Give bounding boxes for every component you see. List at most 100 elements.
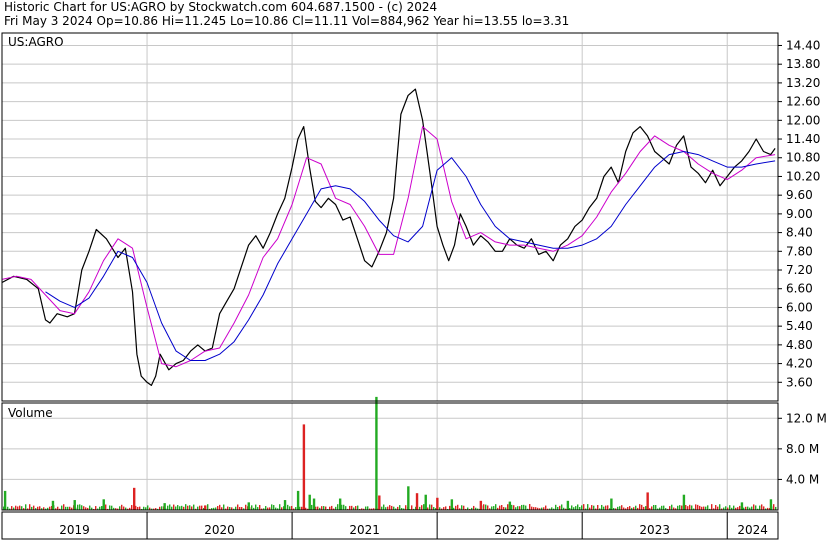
volume-bar-minor bbox=[245, 504, 247, 510]
volume-bar-5 bbox=[163, 503, 166, 510]
volume-bar-minor bbox=[761, 504, 763, 510]
volume-tick-label: 12.0 M bbox=[786, 411, 827, 425]
volume-bar-minor bbox=[19, 505, 21, 510]
volume-bar-minor bbox=[349, 505, 351, 510]
volume-bar-minor bbox=[289, 506, 291, 510]
volume-bar-minor bbox=[189, 505, 191, 510]
volume-bar-minor bbox=[39, 506, 41, 510]
volume-bar-minor bbox=[259, 504, 261, 510]
volume-bar-minor bbox=[645, 506, 647, 510]
price-tick-label: 9.60 bbox=[786, 188, 813, 202]
price-tick-label: 4.80 bbox=[786, 338, 813, 352]
volume-bar-minor bbox=[223, 504, 225, 510]
volume-bar-minor bbox=[519, 506, 521, 510]
volume-bar-minor bbox=[111, 505, 113, 510]
volume-bar-minor bbox=[181, 505, 183, 510]
volume-bar-minor bbox=[15, 505, 17, 510]
volume-bar-minor bbox=[705, 506, 707, 510]
price-tick-label: 9.00 bbox=[786, 207, 813, 221]
volume-bar-21 bbox=[479, 500, 483, 510]
volume-bar-minor bbox=[607, 505, 609, 510]
volume-bar-minor bbox=[495, 504, 497, 510]
price-tick-label: 10.20 bbox=[786, 169, 820, 183]
volume-bar-minor bbox=[63, 504, 65, 510]
price-tick-label: 12.60 bbox=[786, 95, 820, 109]
volume-bar-minor bbox=[399, 505, 401, 510]
volume-bar-24 bbox=[610, 498, 613, 510]
volume-bar-minor bbox=[523, 504, 525, 510]
volume-bar-minor bbox=[457, 504, 459, 510]
price-tick-label: 13.80 bbox=[786, 57, 820, 71]
volume-bar-minor bbox=[33, 505, 35, 510]
volume-bar-minor bbox=[695, 504, 697, 510]
volume-bar-minor bbox=[521, 504, 523, 510]
volume-bar-minor bbox=[139, 506, 141, 510]
volume-bar-minor bbox=[429, 504, 431, 510]
volume-bar-minor bbox=[703, 506, 705, 510]
volume-bar-7 bbox=[247, 502, 250, 510]
volume-bar-minor bbox=[751, 506, 753, 510]
volume-bar-minor bbox=[217, 506, 219, 510]
volume-bar-minor bbox=[601, 504, 603, 510]
volume-bar-minor bbox=[759, 505, 761, 510]
volume-bar-minor bbox=[199, 505, 201, 510]
volume-bar-minor bbox=[583, 504, 585, 510]
volume-bar-minor bbox=[697, 504, 699, 510]
volume-bar-minor bbox=[455, 505, 457, 510]
volume-bar-minor bbox=[493, 506, 495, 510]
volume-bar-minor bbox=[81, 505, 83, 510]
year-label: 2019 bbox=[59, 523, 90, 537]
volume-bar-minor bbox=[653, 504, 655, 510]
volume-bar-4 bbox=[132, 487, 136, 510]
volume-bar-minor bbox=[619, 506, 621, 510]
volume-bar-minor bbox=[271, 504, 273, 510]
volume-bar-minor bbox=[431, 504, 433, 510]
volume-bar-minor bbox=[185, 504, 187, 510]
volume-bar-2 bbox=[73, 500, 76, 510]
volume-bar-minor bbox=[681, 505, 683, 510]
volume-bar-minor bbox=[173, 504, 175, 510]
volume-bar-minor bbox=[763, 506, 765, 510]
volume-bar-minor bbox=[577, 504, 579, 510]
volume-bar-minor bbox=[483, 504, 485, 510]
volume-bar-minor bbox=[123, 506, 125, 510]
volume-bar-minor bbox=[355, 506, 357, 510]
volume-bar-14 bbox=[375, 396, 378, 510]
volume-bar-minor bbox=[357, 505, 359, 510]
volume-bar-minor bbox=[421, 505, 423, 510]
volume-bar-minor bbox=[621, 505, 623, 510]
volume-bar-minor bbox=[197, 506, 199, 510]
volume-bar-minor bbox=[11, 506, 13, 510]
volume-bar-minor bbox=[95, 506, 97, 510]
volume-bar-11 bbox=[308, 494, 311, 510]
volume-bar-25 bbox=[646, 492, 649, 510]
volume-bar-minor bbox=[687, 506, 689, 510]
volume-bar-minor bbox=[689, 504, 691, 510]
volume-tick-label: 4.0 M bbox=[786, 472, 819, 486]
volume-bar-minor bbox=[317, 506, 319, 510]
volume-bar-minor bbox=[629, 506, 631, 510]
volume-bar-minor bbox=[445, 506, 447, 510]
volume-bar-13 bbox=[338, 498, 342, 510]
volume-bar-minor bbox=[581, 505, 583, 510]
volume-bar-6 bbox=[204, 505, 207, 510]
volume-bar-minor bbox=[323, 506, 325, 510]
volume-bar-minor bbox=[389, 505, 391, 510]
volume-bar-minor bbox=[591, 505, 593, 510]
volume-bar-minor bbox=[669, 506, 671, 510]
volume-bar-minor bbox=[25, 504, 27, 510]
volume-bar-minor bbox=[655, 505, 657, 510]
volume-bar-minor bbox=[345, 506, 347, 510]
volume-bar-minor bbox=[325, 506, 327, 510]
volume-bar-minor bbox=[671, 504, 673, 510]
volume-bar-minor bbox=[219, 504, 221, 510]
volume-bar-minor bbox=[227, 506, 229, 510]
volume-bar-minor bbox=[201, 505, 203, 510]
volume-bar-minor bbox=[531, 506, 533, 510]
volume-bar-minor bbox=[121, 504, 123, 510]
volume-bar-minor bbox=[365, 506, 367, 510]
volume-bar-27 bbox=[740, 502, 744, 510]
volume-tick-label: 8.0 M bbox=[786, 442, 819, 456]
volume-bar-minor bbox=[119, 506, 121, 510]
volume-bar-minor bbox=[517, 506, 519, 510]
